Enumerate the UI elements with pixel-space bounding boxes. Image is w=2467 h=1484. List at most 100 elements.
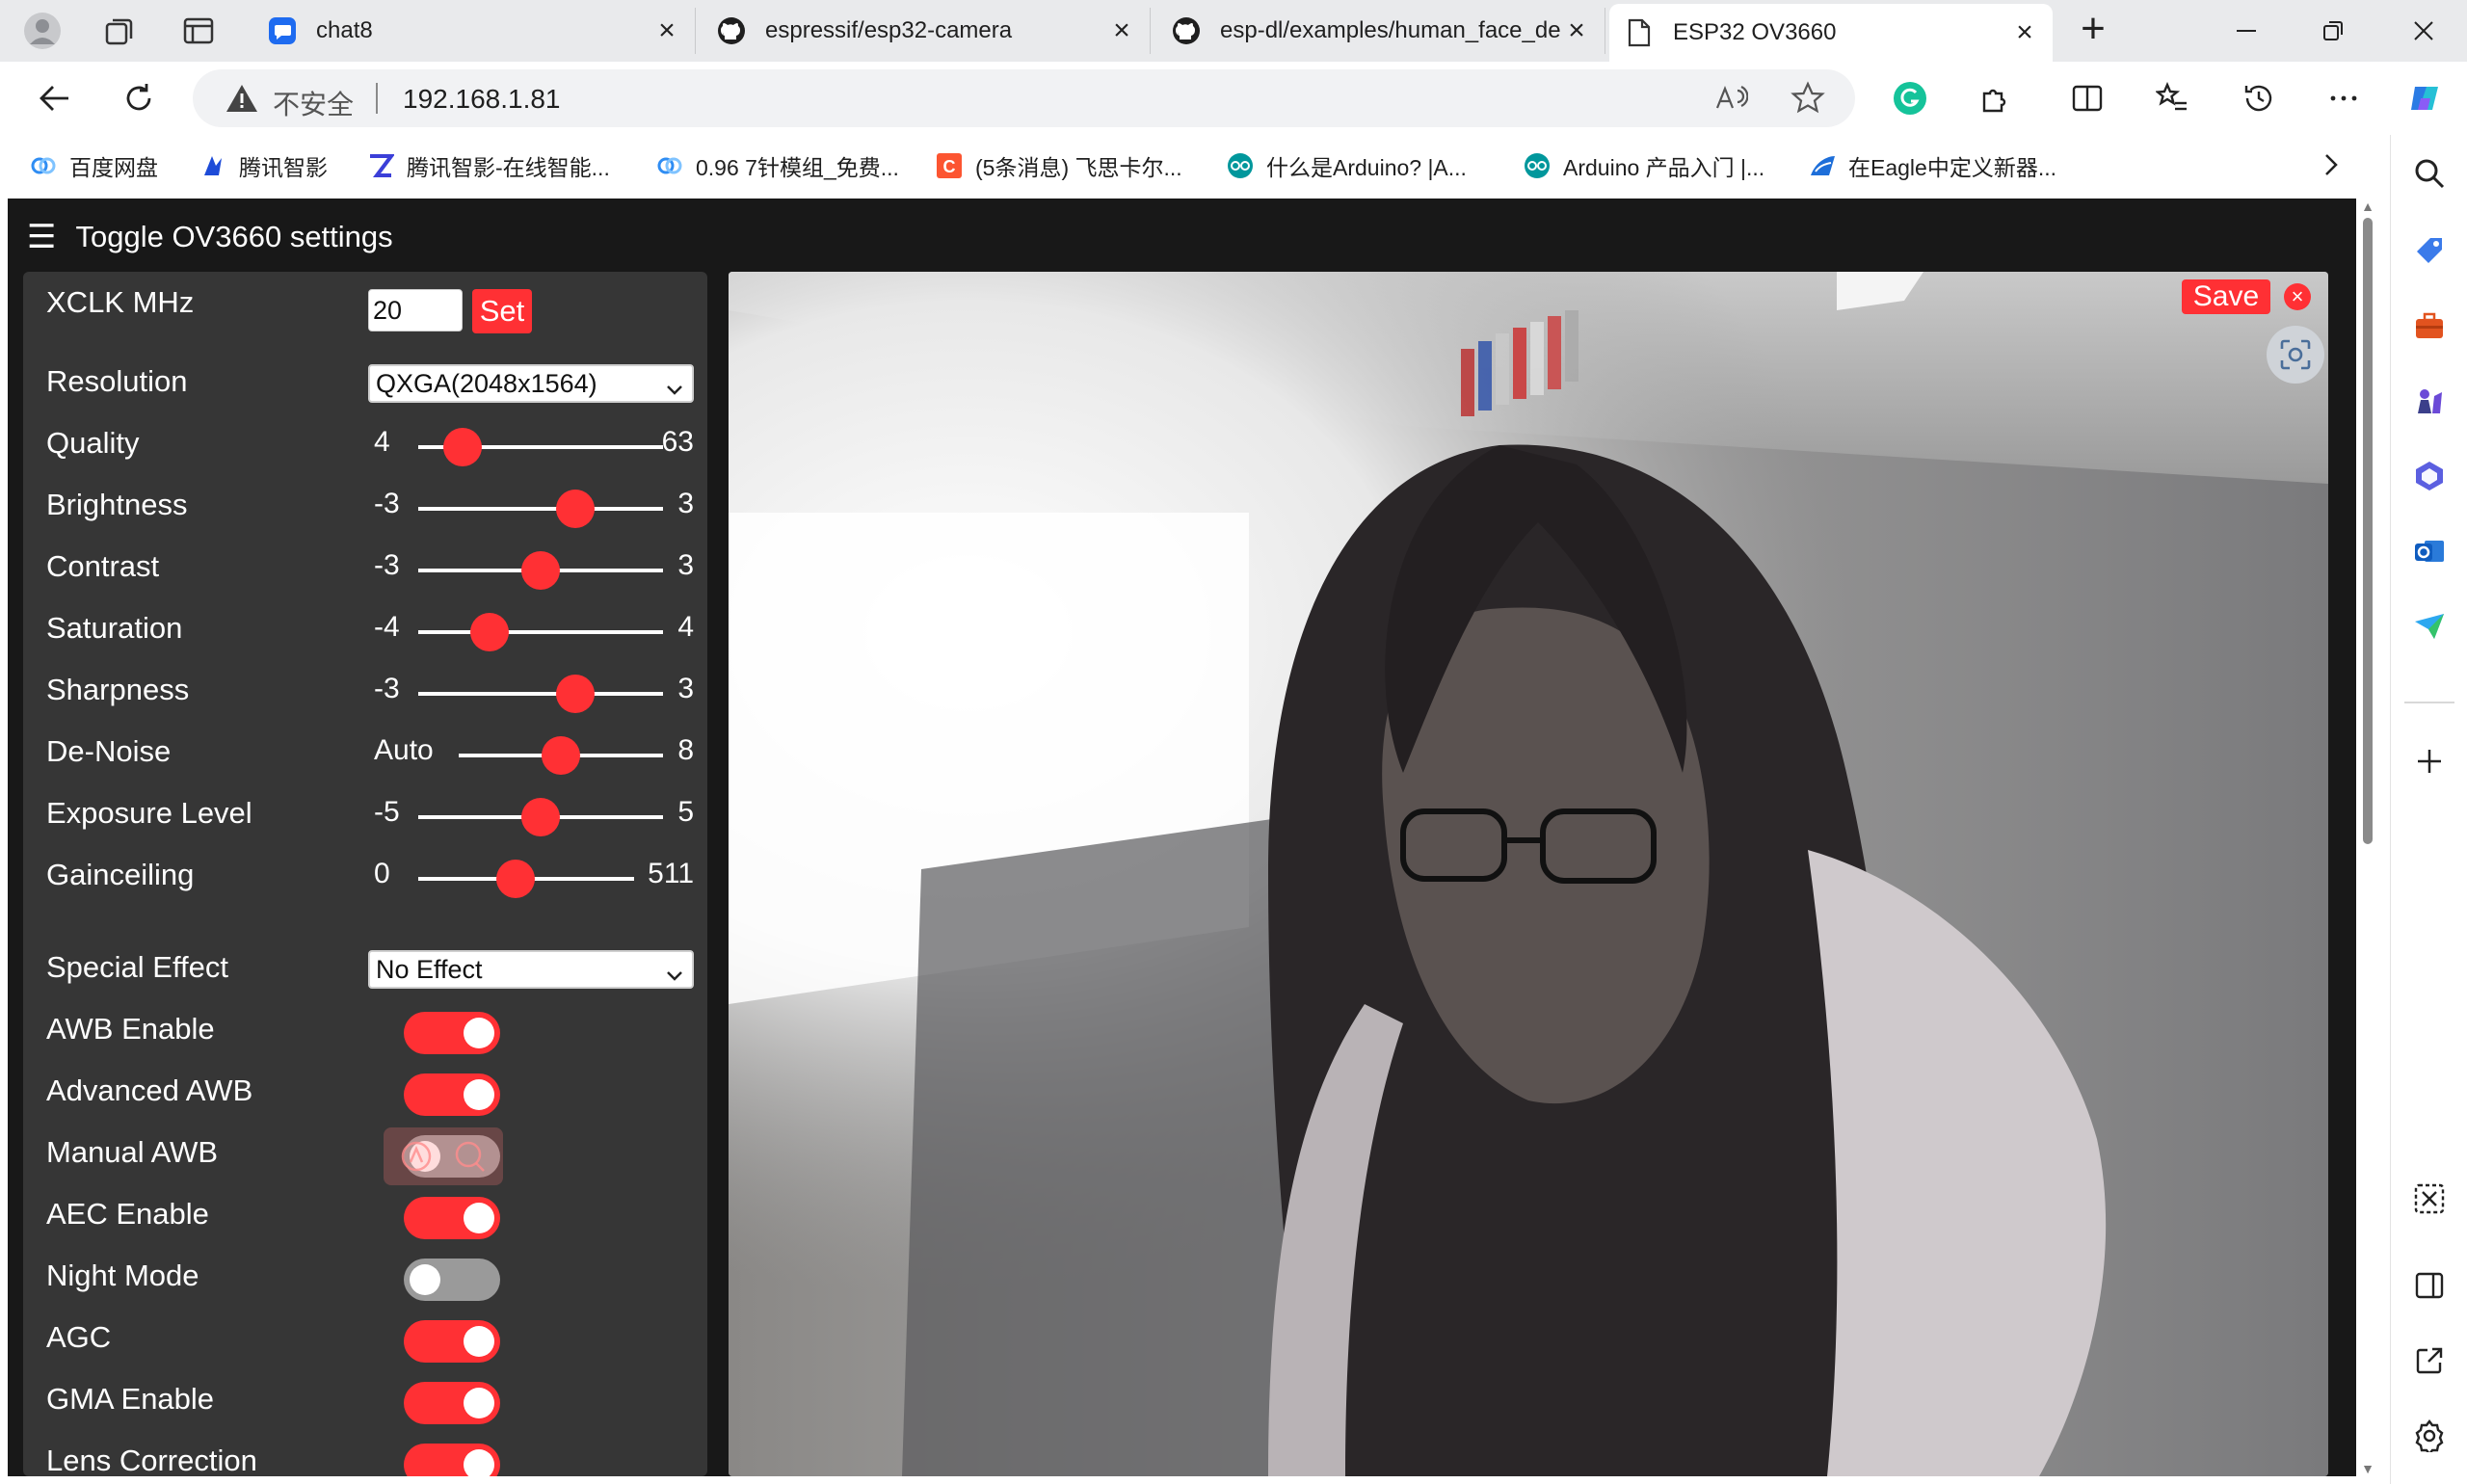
tools-briefcase-icon[interactable] (2410, 306, 2449, 345)
workspaces-icon[interactable] (100, 12, 139, 50)
toggle-switch[interactable] (404, 1444, 500, 1476)
address-bar[interactable]: 不安全 192.168.1.81 (193, 69, 1855, 127)
bookmark-item[interactable]: C (5条消息) 飞思卡尔... (935, 150, 1182, 181)
profile-avatar-icon[interactable] (23, 12, 62, 50)
bookmark-item[interactable]: Arduino 产品入门 |... (1523, 150, 1764, 181)
restore-button[interactable] (2290, 8, 2376, 54)
close-tab-icon[interactable]: × (1107, 14, 1136, 47)
slider-track[interactable] (418, 630, 663, 634)
toggle-knob (464, 1388, 494, 1418)
slider-thumb[interactable] (521, 551, 560, 590)
slider-thumb[interactable] (555, 675, 595, 713)
bookmarks-more-chevron-icon[interactable] (2317, 150, 2346, 184)
slider-thumb[interactable] (442, 428, 482, 466)
close-window-button[interactable] (2380, 8, 2467, 54)
scroll-up-arrow-icon[interactable]: ▲ (2360, 199, 2375, 214)
bookmark-item[interactable]: 什么是Arduino? |A... (1226, 150, 1467, 181)
tab-esp-dl[interactable]: esp-dl/examples/human_face_de × (1156, 8, 1605, 54)
microsoft-365-icon[interactable] (2410, 457, 2449, 495)
back-button[interactable] (33, 77, 75, 119)
toggle-switch[interactable] (404, 1012, 500, 1054)
slider-min-value: 0 (374, 858, 390, 889)
tab-esp32-ov3660[interactable]: ESP32 OV3660 × (1609, 4, 2053, 62)
screenshot-icon[interactable] (2410, 1179, 2449, 1218)
warning-icon[interactable] (225, 83, 258, 119)
extensions-icon[interactable] (1974, 77, 2016, 119)
slider-track[interactable] (418, 507, 663, 511)
slider-thumb[interactable] (521, 798, 560, 836)
close-stream-button[interactable]: × (2284, 283, 2311, 310)
toggle-settings-button[interactable]: ☰ Toggle OV3660 settings (27, 218, 393, 256)
copilot-icon[interactable] (2403, 77, 2446, 119)
bookmark-item[interactable]: 在Eagle中定义新器... (1808, 150, 2056, 181)
slider-track[interactable] (418, 692, 663, 696)
chevron-down-icon (665, 960, 684, 994)
slider-thumb[interactable] (495, 860, 535, 898)
bookmark-item[interactable]: 腾讯智影 (199, 150, 328, 181)
shopping-tag-icon[interactable] (2410, 231, 2449, 270)
csdn-icon: C (935, 151, 964, 180)
xclk-input[interactable]: 20 (368, 289, 463, 331)
resolution-select[interactable]: QXGA(2048x1564) (368, 364, 694, 403)
grammarly-icon[interactable] (1889, 77, 1931, 119)
capture-icon[interactable] (2267, 326, 2324, 384)
toggle-switch[interactable] (404, 1197, 500, 1239)
slider-row: Brightness -3 3 (23, 478, 707, 540)
browser-toolbar: 不安全 192.168.1.81 (0, 62, 2467, 135)
bookmark-item[interactable]: 0.96 7针模组_免费... (655, 150, 899, 181)
slider-label: Contrast (46, 549, 160, 583)
toggle-switch[interactable] (404, 1382, 500, 1424)
address-divider (376, 83, 378, 114)
bookmark-label: 0.96 7针模组_免费... (696, 155, 899, 180)
url-text[interactable]: 192.168.1.81 (403, 84, 561, 115)
bookmark-label: 在Eagle中定义新器... (1848, 155, 2056, 180)
toggle-switch[interactable] (404, 1259, 500, 1301)
scrollbar-thumb[interactable] (2363, 218, 2373, 844)
tab-esp32-camera[interactable]: espressif/esp32-camera × (702, 8, 1151, 54)
toggle-row: Advanced AWB (23, 1064, 707, 1126)
split-screen-icon[interactable] (2066, 77, 2109, 119)
favorite-star-icon[interactable] (1791, 81, 1825, 120)
tab-chat8[interactable]: chat8 × (252, 8, 696, 54)
games-chess-icon[interactable] (2410, 382, 2449, 420)
bookmark-item[interactable]: 腾讯智影-在线智能... (366, 150, 610, 181)
open-external-icon[interactable] (2410, 1341, 2449, 1380)
slider-max-value: 511 (648, 858, 694, 889)
close-tab-icon[interactable]: × (652, 14, 681, 47)
sidebar-toggle-icon[interactable] (2410, 1266, 2449, 1305)
close-tab-icon[interactable]: × (1562, 14, 1591, 47)
slider-thumb[interactable] (542, 736, 580, 775)
search-icon[interactable] (2410, 154, 2449, 193)
xclk-set-button[interactable]: Set (472, 289, 532, 333)
slider-thumb[interactable] (555, 490, 595, 528)
scroll-down-arrow-icon[interactable]: ▼ (2360, 1461, 2375, 1476)
toggle-label: AEC Enable (46, 1197, 209, 1231)
slider-min-value: 4 (374, 426, 390, 458)
settings-gear-icon[interactable] (2410, 1417, 2449, 1455)
reload-button[interactable] (118, 77, 160, 119)
outlook-icon[interactable] (2410, 532, 2449, 570)
close-tab-icon[interactable]: × (2010, 16, 2039, 49)
floating-tool-overlay[interactable] (384, 1127, 503, 1185)
chat-icon (266, 14, 299, 47)
history-icon[interactable] (2238, 77, 2280, 119)
slider-thumb[interactable] (469, 613, 509, 651)
favorites-icon[interactable] (2151, 77, 2193, 119)
read-aloud-icon[interactable] (1713, 81, 1749, 120)
security-status[interactable]: 不安全 (273, 84, 354, 122)
bookmark-item[interactable]: 百度网盘 (29, 150, 158, 181)
new-tab-button[interactable]: + (2072, 8, 2114, 52)
page-scrollbar[interactable]: ▲ ▼ (2356, 199, 2379, 1476)
send-drop-icon[interactable] (2410, 607, 2449, 646)
slider-row: Saturation -4 4 (23, 601, 707, 663)
tab-actions-icon[interactable] (179, 12, 218, 50)
toggle-switch[interactable] (404, 1320, 500, 1363)
add-sidebar-app-icon[interactable] (2410, 742, 2449, 781)
minimize-button[interactable] (2203, 8, 2290, 54)
special-effect-select[interactable]: No Effect (368, 950, 694, 989)
toggle-switch[interactable] (404, 1073, 500, 1116)
save-button[interactable]: Save (2182, 279, 2270, 314)
more-menu-icon[interactable] (2322, 77, 2365, 119)
github-icon (1170, 14, 1203, 47)
resolution-row: Resolution QXGA(2048x1564) (23, 355, 707, 416)
